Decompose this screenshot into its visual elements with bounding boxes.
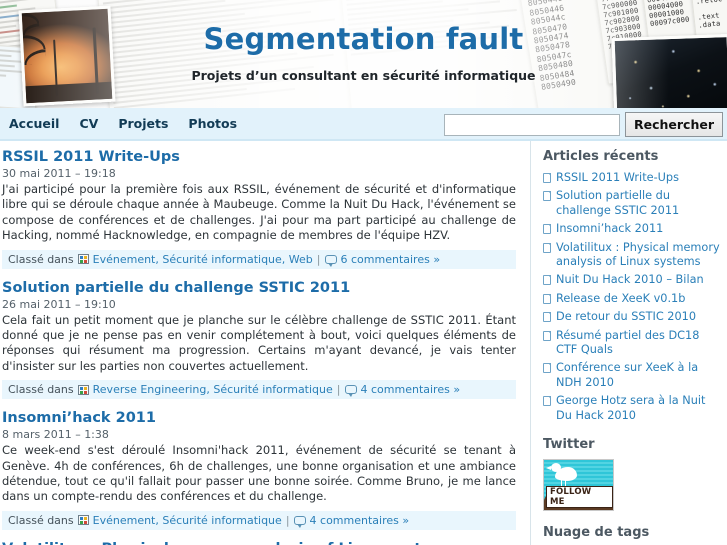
list-item-label: De retour du SSTIC 2010: [556, 310, 697, 324]
recent-articles-heading: Articles récents: [543, 149, 659, 164]
post-article: Volatilitux : Physical memory analysis o…: [2, 541, 516, 545]
meta-separator: |: [316, 252, 321, 266]
category-icon: [77, 515, 89, 526]
post-categories[interactable]: Evénement, Sécurité informatique, Web: [93, 253, 313, 266]
list-item[interactable]: Nuit Du Hack 2010 – Bilan: [543, 273, 721, 287]
post-date: 26 mai 2011 – 19:10: [2, 297, 116, 311]
post-meta-prefix: Classé dans: [8, 383, 74, 397]
post-body: Cela fait un petit moment que je planche…: [2, 312, 516, 373]
post-categories[interactable]: Evénement, Sécurité informatique: [93, 514, 282, 527]
photo-palm-sunset: [18, 5, 116, 107]
list-item[interactable]: De retour du SSTIC 2010: [543, 310, 721, 324]
list-item-label: Insomni’hack 2011: [556, 222, 664, 236]
recent-articles-list: RSSIL 2011 Write-Ups Solution partielle …: [543, 171, 721, 423]
document-icon: [543, 363, 551, 374]
nav-item-cv[interactable]: CV: [79, 107, 98, 140]
list-item-label: RSSIL 2011 Write-Ups: [556, 171, 679, 184]
post-comments-link[interactable]: 6 commentaires »: [341, 253, 441, 266]
search-button[interactable]: Rechercher: [624, 112, 723, 137]
post-title[interactable]: Solution partielle du challenge SSTIC 20…: [2, 280, 516, 297]
list-item[interactable]: Résumé partiel des DC18 CTF Quals: [543, 329, 721, 358]
document-icon: [543, 242, 551, 253]
twitter-heading: Twitter: [543, 437, 595, 453]
site-banner: 805044 8050440 8050446 805044c 8050470 8…: [0, 0, 727, 108]
twitter-badge-label: FOLLOW ME: [546, 486, 613, 509]
nav-item-accueil[interactable]: Accueil: [9, 107, 59, 140]
meta-separator: |: [336, 383, 341, 397]
document-icon: [543, 275, 551, 286]
document-icon: [543, 224, 551, 235]
document-icon: [543, 396, 551, 407]
comment-bubble-icon: [344, 385, 357, 398]
post-title[interactable]: Volatilitux : Physical memory analysis o…: [2, 541, 516, 545]
search-area: Rechercher: [443, 112, 723, 137]
post-meta: Classé dans Evénement, Sécurité informat…: [2, 510, 516, 530]
nav-links: Accueil CV Projets Photos: [0, 108, 237, 139]
category-icon: [77, 254, 89, 265]
photo-ground: [25, 81, 113, 104]
document-icon: [543, 191, 551, 202]
post-title[interactable]: RSSIL 2011 Write-Ups: [2, 149, 516, 166]
post-date: 30 mai 2011 – 19:18: [2, 167, 116, 180]
site-tagline: Projets d’un consultant en sécurité info…: [191, 68, 536, 83]
post-meta: Classé dans Reverse Engineering, Sécurit…: [2, 380, 516, 400]
list-item-label: Solution partielle du challenge SSTIC 20…: [556, 189, 680, 217]
nav-item-photos[interactable]: Photos: [188, 107, 237, 140]
page-root: 805044 8050440 8050446 805044c 8050470 8…: [0, 0, 727, 545]
twitter-follow-badge[interactable]: FOLLOW ME: [543, 459, 614, 512]
list-item[interactable]: Conférence sur XeeK à la NDH 2010: [543, 361, 721, 390]
document-icon: [543, 330, 551, 341]
post-title[interactable]: Insomni’hack 2011: [2, 410, 516, 427]
post-article: RSSIL 2011 Write-Ups 30 mai 2011 – 19:18…: [2, 149, 516, 269]
post-categories[interactable]: Reverse Engineering, Sécurité informatiq…: [93, 383, 333, 396]
sidebar: Articles récents RSSIL 2011 Write-Ups So…: [531, 141, 727, 545]
list-item-label: George Hotz sera à la Nuit Du Hack 2010: [556, 394, 706, 422]
list-item[interactable]: Volatilitux : Physical memory analysis o…: [543, 241, 721, 270]
post-article: Solution partielle du challenge SSTIC 20…: [2, 280, 516, 400]
content-column: RSSIL 2011 Write-Ups 30 mai 2011 – 19:18…: [0, 141, 531, 545]
post-body: Ce week-end s'est déroulé Insomni'hack 2…: [2, 443, 516, 504]
tag-cloud-heading: Nuage de tags: [543, 525, 650, 541]
document-icon: [543, 173, 551, 183]
twitter-bird-beak: [546, 466, 551, 471]
post-comments-link[interactable]: 4 commentaires »: [361, 383, 461, 396]
list-item-label: Release de XeeK v0.1b: [556, 291, 686, 305]
post-meta: Classé dans Evénement, Sécurité informat…: [2, 249, 516, 269]
list-item[interactable]: Solution partielle du challenge SSTIC 20…: [543, 189, 721, 218]
list-item[interactable]: RSSIL 2011 Write-Ups: [543, 171, 721, 185]
comment-bubble-icon: [293, 515, 306, 528]
post-meta-prefix: Classé dans: [8, 252, 74, 266]
meta-separator: |: [285, 513, 290, 527]
document-icon: [543, 312, 551, 323]
search-input[interactable]: [443, 113, 620, 136]
post-meta-prefix: Classé dans: [8, 513, 74, 527]
comment-bubble-icon: [324, 254, 337, 267]
list-item-label: Volatilitux : Physical memory analysis o…: [556, 240, 720, 269]
main-navigation: Accueil CV Projets Photos Rechercher: [0, 108, 727, 141]
post-article: Insomni’hack 2011 8 mars 2011 – 1:38 Ce …: [2, 410, 516, 530]
document-icon: [543, 293, 551, 304]
list-item[interactable]: Release de XeeK v0.1b: [543, 292, 721, 306]
page-body: RSSIL 2011 Write-Ups 30 mai 2011 – 19:18…: [0, 141, 727, 545]
post-body: J'ai participé pour la première fois aux…: [2, 182, 516, 243]
category-icon: [77, 384, 89, 395]
post-date: 8 mars 2011 – 1:38: [2, 428, 109, 442]
list-item[interactable]: George Hotz sera à la Nuit Du Hack 2010: [543, 394, 721, 423]
list-item-label: Nuit Du Hack 2010 – Bilan: [556, 273, 704, 287]
site-title: Segmentation fault: [203, 22, 524, 56]
list-item-label: Conférence sur XeeK à la NDH 2010: [556, 361, 699, 389]
list-item[interactable]: Insomni’hack 2011: [543, 222, 721, 236]
list-item-label: Résumé partiel des DC18 CTF Quals: [556, 328, 700, 357]
nav-item-projets[interactable]: Projets: [118, 107, 168, 140]
post-comments-link[interactable]: 4 commentaires »: [310, 514, 410, 527]
